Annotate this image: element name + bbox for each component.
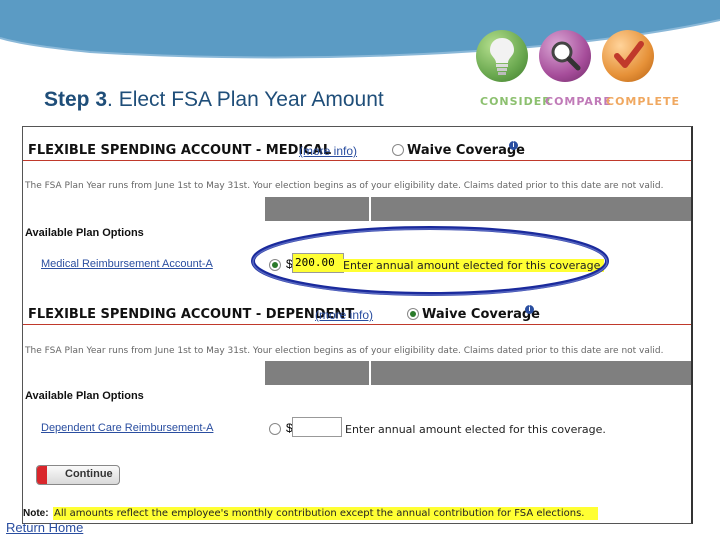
dependent-plan-year-notice: The FSA Plan Year runs from June 1st to …	[25, 346, 664, 356]
medical-section-title: FLEXIBLE SPENDING ACCOUNT - MEDICAL	[28, 143, 332, 158]
note-bar: Note: All amounts reflect the employee's…	[23, 503, 599, 520]
info-icon[interactable]: i	[509, 141, 518, 150]
dependent-section-title: FLEXIBLE SPENDING ACCOUNT - DEPENDENT	[28, 307, 355, 322]
magnifier-icon	[539, 30, 591, 82]
divider	[23, 324, 691, 325]
table-header-bar	[265, 197, 369, 221]
continue-button-label: Continue	[65, 468, 113, 480]
available-plan-options-label: Available Plan Options	[25, 227, 144, 239]
step-label-consider: CONSIDER	[480, 95, 552, 108]
dependent-waive-label: Waive Coverage	[422, 307, 540, 322]
step-label-compare: COMPARE	[545, 95, 612, 108]
dependent-amount-hint: Enter annual amount elected for this cov…	[345, 423, 606, 436]
dependent-waive-radio[interactable]	[407, 308, 419, 320]
note-text: All amounts reflect the employee's month…	[53, 507, 599, 520]
highlight-ring	[251, 226, 609, 296]
note-prefix: Note:	[23, 508, 49, 519]
info-icon[interactable]: i	[525, 305, 534, 314]
checkmark-icon	[602, 30, 654, 82]
lightbulb-icon	[476, 30, 528, 82]
table-header-bar	[265, 361, 369, 385]
table-header-bar	[371, 197, 691, 221]
button-accent	[37, 466, 47, 484]
medical-more-info-link[interactable]: (more info)	[299, 144, 357, 158]
medical-plan-year-notice: The FSA Plan Year runs from June 1st to …	[25, 181, 664, 191]
dependent-plan-radio[interactable]	[269, 423, 281, 435]
table-header-bar	[371, 361, 691, 385]
available-plan-options-label: Available Plan Options	[25, 390, 144, 402]
medical-plan-link[interactable]: Medical Reimbursement Account-A	[41, 258, 213, 270]
enrollment-panel: FLEXIBLE SPENDING ACCOUNT - MEDICAL (mor…	[22, 126, 693, 524]
dependent-plan-link[interactable]: Dependent Care Reimbursement-A	[41, 422, 213, 434]
divider	[23, 160, 691, 161]
step-label-complete: COMPLETE	[606, 95, 680, 108]
page-title: Step 3. Elect FSA Plan Year Amount	[44, 88, 384, 111]
dependent-amount-input[interactable]	[292, 417, 342, 437]
medical-waive-radio[interactable]	[392, 144, 404, 156]
dependent-more-info-link[interactable]: (more info)	[315, 308, 373, 322]
return-home-link[interactable]: Return Home	[6, 520, 83, 535]
continue-button[interactable]: Continue	[36, 465, 120, 485]
medical-waive-label: Waive Coverage	[407, 143, 525, 158]
